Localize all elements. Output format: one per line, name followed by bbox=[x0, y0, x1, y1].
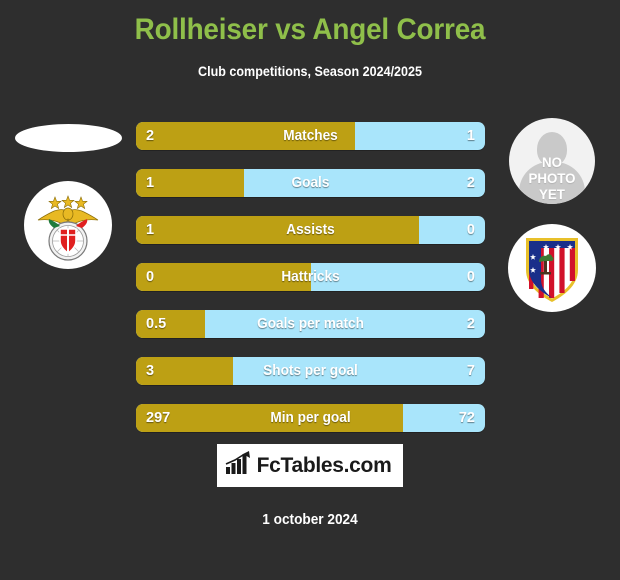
left-player-column bbox=[8, 112, 128, 269]
stat-away-value: 0 bbox=[466, 222, 475, 238]
benfica-crest-icon bbox=[24, 181, 112, 269]
right-player-column: NO PHOTO YET bbox=[492, 112, 612, 312]
stat-away-value: 0 bbox=[466, 269, 475, 285]
left-player-photo bbox=[14, 124, 122, 152]
stat-label: Goals per match bbox=[257, 316, 364, 332]
no-photo-line-2: PHOTO bbox=[528, 170, 576, 186]
header: Rollheiser vs Angel Correa Club competit… bbox=[0, 0, 620, 82]
no-photo-avatar: NO PHOTO YET bbox=[509, 118, 595, 204]
no-photo-text: NO PHOTO YET bbox=[511, 154, 593, 202]
stat-label: Assists bbox=[286, 222, 335, 238]
stats-list: 2 Matches 1 1 Goals 2 1 Assists 0 0 Hatt… bbox=[136, 122, 485, 432]
stat-row: 0 Hattricks 0 bbox=[136, 263, 485, 291]
stat-row: 3 Shots per goal 7 bbox=[136, 357, 485, 385]
stat-row: 297 Min per goal 72 bbox=[136, 404, 485, 432]
fctables-brand[interactable]: FcTables.com bbox=[217, 444, 403, 487]
comparison-board: 2 Matches 1 1 Goals 2 1 Assists 0 0 Hatt… bbox=[0, 112, 620, 432]
stat-row: 0.5 Goals per match 2 bbox=[136, 310, 485, 338]
stat-label: Matches bbox=[283, 128, 338, 144]
stat-row: 1 Goals 2 bbox=[136, 169, 485, 197]
stat-away-value: 1 bbox=[466, 128, 475, 144]
footer-date: 1 october 2024 bbox=[262, 512, 358, 528]
footer: FcTables.com 1 october 2024 bbox=[0, 444, 620, 528]
brand-text: FcTables.com bbox=[256, 453, 392, 477]
stat-label: Hattricks bbox=[281, 269, 340, 285]
stat-away-value: 2 bbox=[466, 175, 475, 191]
stat-away-value: 72 bbox=[458, 410, 475, 426]
page-title: Rollheiser vs Angel Correa bbox=[134, 13, 486, 46]
stat-label: Goals bbox=[291, 175, 330, 191]
no-photo-line-1: NO bbox=[542, 154, 562, 170]
stat-away-value: 7 bbox=[466, 363, 475, 379]
stat-label: Min per goal bbox=[270, 410, 351, 426]
bar-chart-icon bbox=[225, 451, 251, 480]
stat-away-value: 2 bbox=[466, 316, 475, 332]
stat-row: 2 Matches 1 bbox=[136, 122, 485, 150]
no-photo-line-3: YET bbox=[539, 186, 565, 202]
page-subtitle: Club competitions, Season 2024/2025 bbox=[198, 64, 422, 79]
atletico-madrid-crest-icon bbox=[508, 224, 596, 312]
stat-row: 1 Assists 0 bbox=[136, 216, 485, 244]
stat-label: Shots per goal bbox=[263, 363, 358, 379]
